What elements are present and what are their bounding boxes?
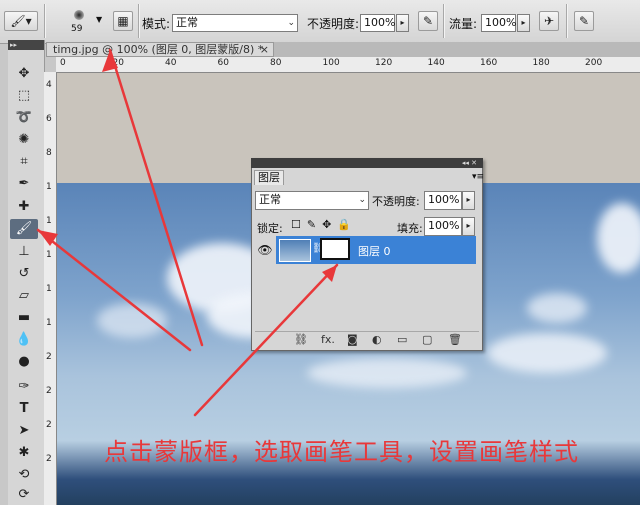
- arrow-to-layer-mask: [193, 263, 339, 417]
- arrow-to-brush-picker: [108, 48, 204, 347]
- annotation-arrows: [36, 48, 339, 417]
- arrow-to-brush-tool: [36, 228, 192, 352]
- annotation-caption: 点击蒙版框，选取画笔工具，设置画笔样式: [104, 438, 579, 466]
